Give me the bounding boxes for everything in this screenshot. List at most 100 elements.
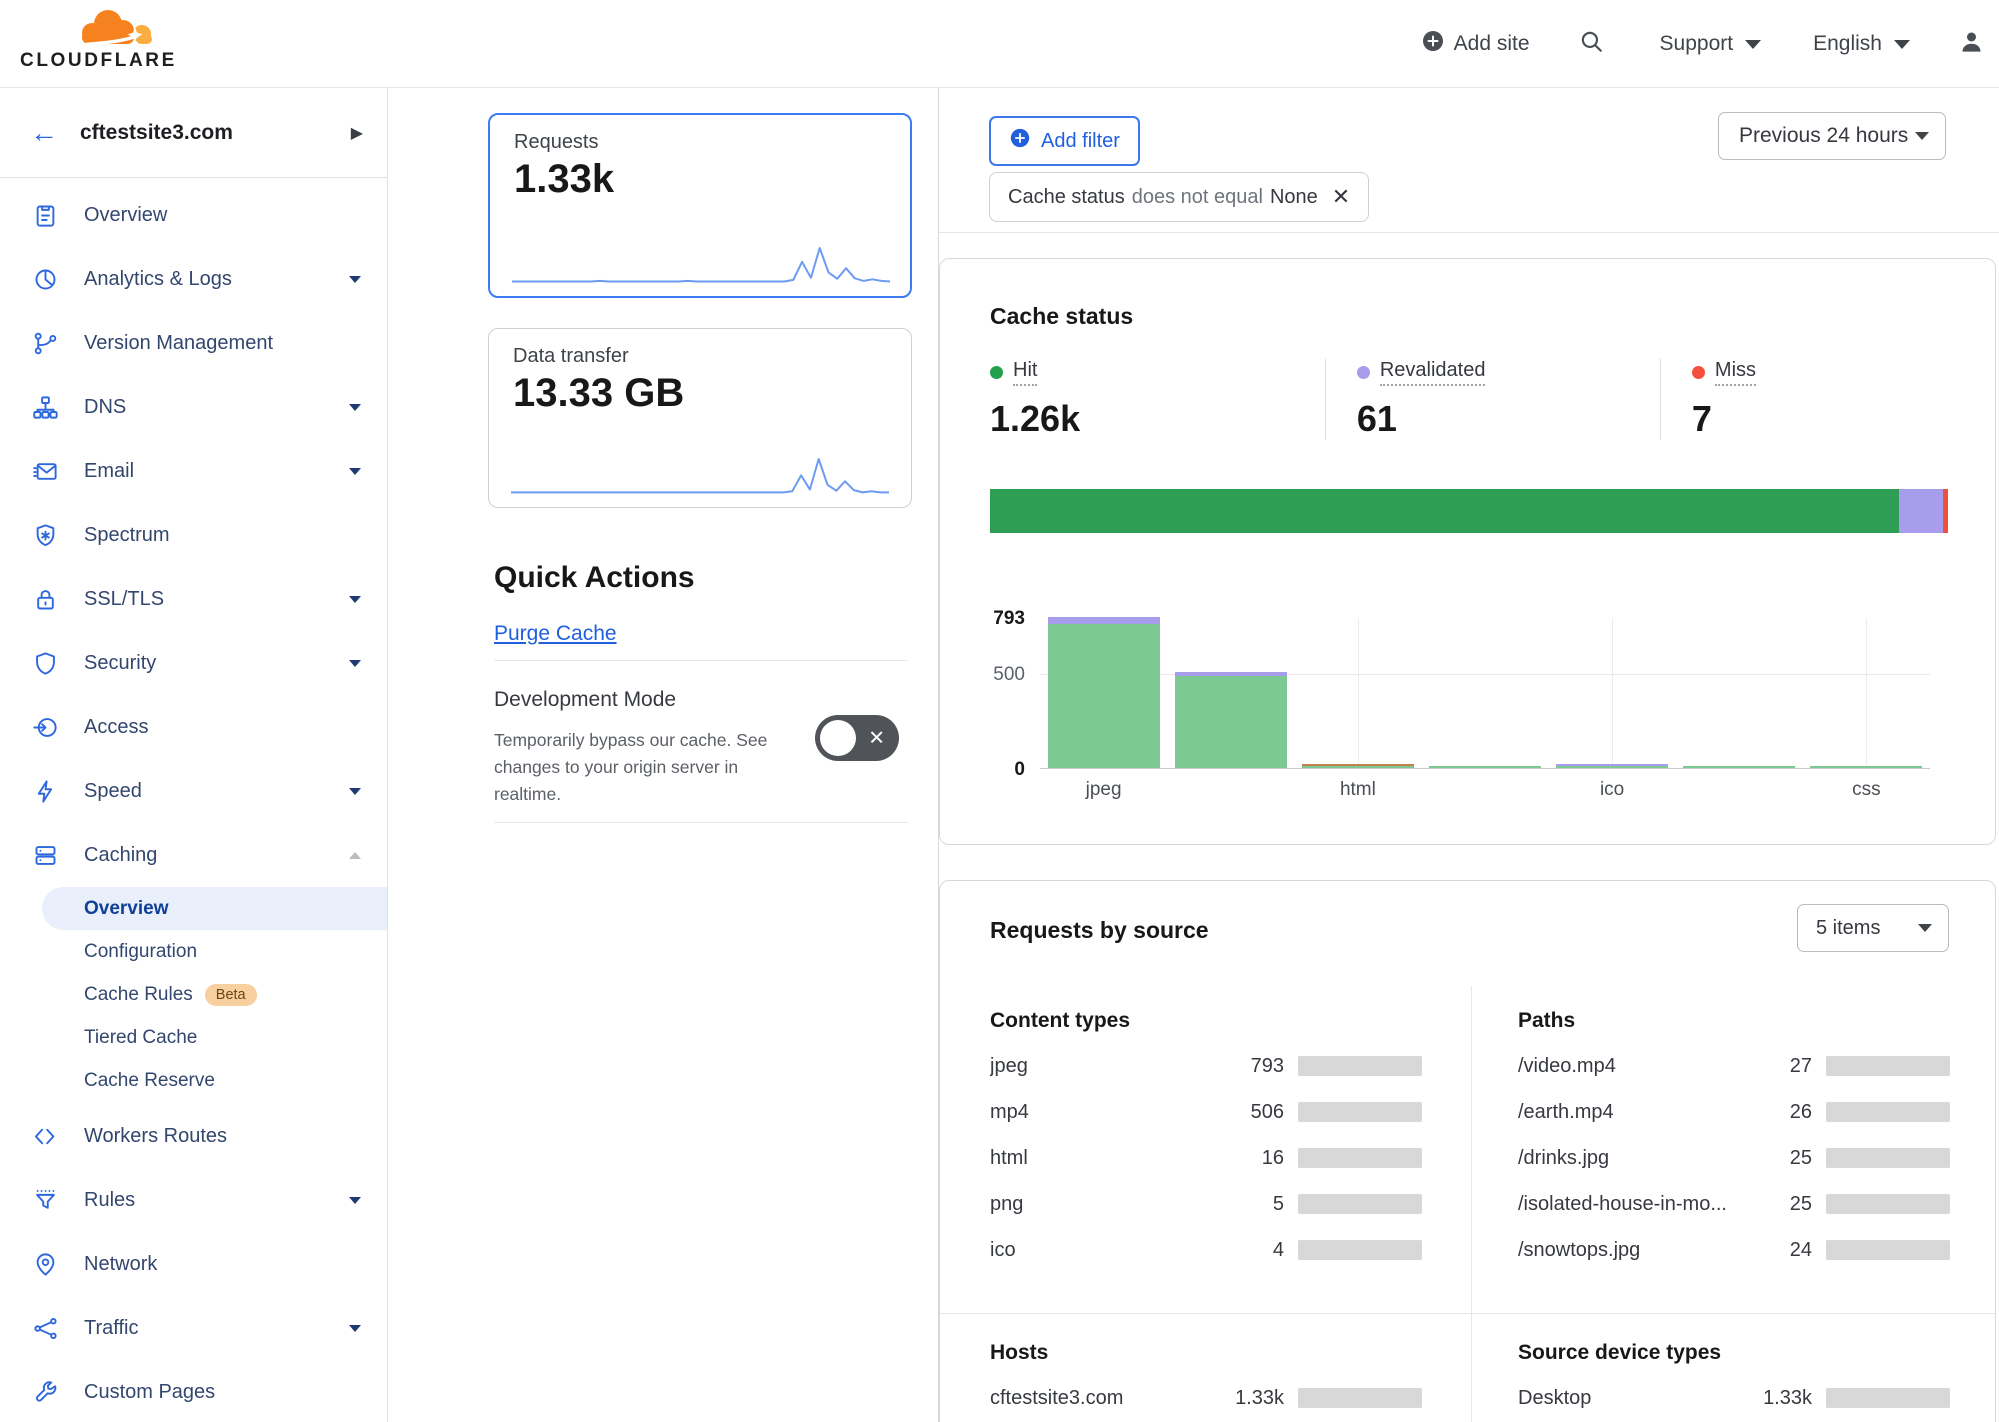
custom-pages-icon [32,1378,60,1406]
sidebar-item-speed[interactable]: Speed [0,759,387,823]
row-value: 25 [1738,1147,1812,1170]
sidebar-item-network[interactable]: Network [0,1232,387,1296]
row-label: Desktop [1518,1387,1738,1410]
list-row-html: html16 [990,1135,1422,1181]
divider [1471,1313,1472,1422]
requests-value: 1.33k [514,157,614,202]
time-range-select[interactable]: Previous 24 hours [1718,112,1946,160]
sidebar-item-ssl-tls[interactable]: SSL/TLS [0,567,387,631]
overview-icon [32,201,60,229]
beta-badge: Beta [205,984,257,1006]
sidebar-item-label: Custom Pages [84,1381,215,1404]
list-row-video-mp4: /video.mp427 [1518,1043,1950,1089]
list-row-desktop: Desktop1.33k [1518,1375,1950,1421]
row-meter-bar [1298,1240,1422,1260]
sidebar-item-caching-cache-reserve[interactable]: Cache Reserve [0,1059,387,1102]
y-tick-label: 0 [1014,759,1025,781]
stat-value: 1.26k [990,398,1325,440]
sidebar-item-spectrum[interactable]: Spectrum [0,503,387,567]
stat-label[interactable]: Hit [1013,359,1037,386]
caching-icon [32,841,60,869]
stat-value: 7 [1692,398,1995,440]
add-site-button[interactable]: Add site [1421,29,1530,59]
cloudflare-logo[interactable]: CLOUDFLARE [20,2,190,72]
sidebar-item-label: Traffic [84,1317,138,1340]
hit-segment [1302,766,1414,768]
stat-label[interactable]: Revalidated [1380,359,1486,386]
row-meter-bar [1826,1388,1950,1408]
stat-label[interactable]: Miss [1715,359,1756,386]
sidebar-item-rules[interactable]: Rules [0,1168,387,1232]
list-row-jpeg: jpeg793 [990,1043,1422,1089]
close-icon[interactable]: ✕ [1332,184,1350,210]
bar-unlabeled [1683,766,1795,768]
sidebar-item-version-management[interactable]: Version Management [0,311,387,375]
sidebar-item-label: Analytics & Logs [84,268,232,291]
sidebar-item-caching-configuration[interactable]: Configuration [0,930,387,973]
row-label: png [990,1193,1210,1216]
add-filter-label: Add filter [1041,130,1120,153]
hit-segment [1048,624,1160,768]
row-value: 506 [1210,1101,1284,1124]
purge-cache-link[interactable]: Purge Cache [494,622,617,646]
list-row-ico: ico4 [990,1227,1422,1273]
sidebar-item-security[interactable]: Security [0,631,387,695]
back-arrow-icon[interactable]: ← [30,119,58,147]
row-value: 24 [1738,1239,1812,1262]
sidebar-item-traffic[interactable]: Traffic [0,1296,387,1360]
sidebar-item-overview[interactable]: Overview [0,183,387,247]
list-row-cftestsite3-com: cftestsite3.com1.33k [990,1375,1422,1421]
row-meter-bar [1298,1102,1422,1122]
user-menu[interactable] [1958,28,1985,61]
site-name[interactable]: cftestsite3.com [80,121,233,145]
sidebar-item-dns[interactable]: DNS [0,375,387,439]
sidebar-item-email[interactable]: Email [0,439,387,503]
chevron-down-icon [349,788,361,795]
network-icon [32,1250,60,1278]
sidebar-subitem-label: Overview [84,898,169,920]
sidebar-item-custom-pages[interactable]: Custom Pages [0,1360,387,1422]
sidebar-item-label: Access [84,716,148,739]
chevron-down-icon [349,468,361,475]
development-mode-description: Temporarily bypass our cache. See change… [494,727,794,808]
language-menu[interactable]: English [1813,32,1910,56]
sidebar-item-caching-overview[interactable]: Overview [42,887,387,930]
search-button[interactable] [1578,28,1604,60]
filter-value: None [1270,186,1318,209]
divider [494,660,908,661]
data-transfer-metric-card[interactable]: Data transfer 13.33 GB [488,328,912,508]
development-mode-toggle[interactable]: ✕ [815,715,899,761]
gridline [1612,618,1613,768]
dns-icon [32,393,60,421]
list-row-earth-mp4: /earth.mp426 [1518,1089,1950,1135]
sidebar-item-caching[interactable]: Caching [0,823,387,887]
chevron-right-icon[interactable]: ▶ [351,123,363,143]
traffic-icon [32,1314,60,1342]
row-label: cftestsite3.com [990,1387,1210,1410]
support-menu[interactable]: Support [1660,32,1762,56]
sidebar-item-caching-cache-rules[interactable]: Cache RulesBeta [0,973,387,1016]
sidebar-item-label: Security [84,652,156,675]
items-count-select[interactable]: 5 items [1797,904,1949,952]
cache-status-stacked-bar [990,489,1948,533]
row-value: 4 [1210,1239,1284,1262]
row-meter-bar [1298,1194,1422,1214]
row-value: 1.33k [1210,1387,1284,1410]
bar-mp4 [1175,672,1287,768]
revalidated-legend-dot [1357,366,1370,379]
sidebar-item-caching-tiered-cache[interactable]: Tiered Cache [0,1016,387,1059]
sidebar-item-analytics-logs[interactable]: Analytics & Logs [0,247,387,311]
bar-png [1429,766,1541,768]
divider [1471,986,1472,1313]
row-value: 25 [1738,1193,1812,1216]
requests-metric-card[interactable]: Requests 1.33k [488,113,912,298]
row-label: ico [990,1239,1210,1262]
sidebar-item-access[interactable]: Access [0,695,387,759]
row-meter-bar [1298,1388,1422,1408]
sidebar-item-label: Rules [84,1189,135,1212]
hit-segment [1175,676,1287,769]
sidebar-item-workers-routes[interactable]: Workers Routes [0,1104,387,1168]
row-meter-bar [1826,1240,1950,1260]
add-filter-button[interactable]: Add filter [989,116,1140,166]
row-label: /snowtops.jpg [1518,1239,1738,1262]
